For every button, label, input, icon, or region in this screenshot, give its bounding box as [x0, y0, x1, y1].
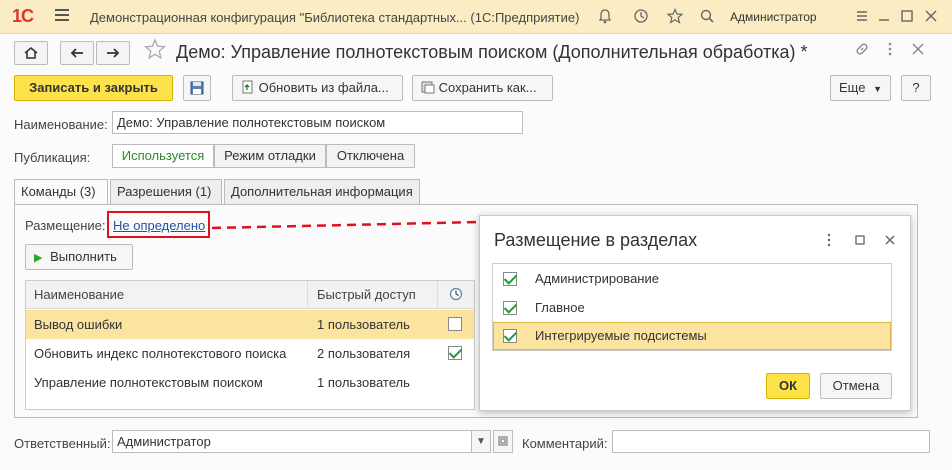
responsible-label: Ответственный:	[14, 436, 111, 451]
tab-permissions[interactable]: Разрешения (1)	[110, 179, 222, 204]
dialog-title: Размещение в разделах	[494, 230, 698, 250]
main-menu-icon[interactable]	[55, 9, 69, 23]
placement-dialog: Размещение в разделах Администрирование …	[479, 215, 911, 411]
home-button[interactable]	[14, 41, 48, 65]
column-header-clock[interactable]	[438, 281, 474, 309]
section-label: Главное	[535, 300, 585, 315]
more-label: Еще	[839, 80, 866, 95]
table-row[interactable]: Управление полнотекстовым поиском 1 поль…	[26, 368, 474, 397]
row-checkbox-checked[interactable]	[448, 346, 462, 360]
comment-label: Комментарий:	[522, 436, 608, 451]
dialog-maximize-icon[interactable]	[854, 234, 866, 249]
name-label: Наименование:	[14, 117, 108, 132]
row-access: 1 пользователь	[317, 317, 410, 332]
column-header-name[interactable]: Наименование	[26, 281, 308, 309]
bell-icon[interactable]	[596, 8, 614, 26]
run-button[interactable]: ▶ Выполнить	[25, 244, 133, 270]
dialog-more-icon[interactable]	[824, 233, 834, 250]
current-user[interactable]: Администратор	[730, 10, 817, 24]
tab-additional-info[interactable]: Дополнительная информация	[224, 179, 420, 204]
ok-button[interactable]: ОК	[766, 373, 810, 399]
row-name: Вывод ошибки	[34, 317, 123, 332]
clock-icon	[449, 287, 463, 301]
row-name: Управление полнотекстовым поиском	[34, 375, 263, 390]
name-field[interactable]: Демо: Управление полнотекстовым поиском	[112, 111, 523, 134]
app-title: Демонстрационная конфигурация "Библиотек…	[90, 10, 580, 25]
responsible-open-button[interactable]	[493, 430, 513, 453]
section-label: Администрирование	[535, 271, 659, 286]
list-item[interactable]: Главное	[493, 294, 891, 322]
row-access: 1 пользователь	[317, 375, 410, 390]
responsible-field[interactable]: Администратор	[112, 430, 472, 453]
back-button[interactable]	[60, 41, 94, 65]
list-item[interactable]: Администрирование	[493, 265, 891, 293]
forward-button[interactable]	[96, 41, 130, 65]
publication-option-disabled[interactable]: Отключена	[326, 144, 415, 168]
form-close-icon[interactable]	[910, 41, 926, 60]
search-icon[interactable]	[698, 8, 716, 26]
minimize-icon[interactable]	[875, 8, 893, 26]
tab-commands[interactable]: Команды (3)	[14, 179, 108, 205]
history-icon[interactable]	[632, 8, 650, 26]
sections-list: Администрирование Главное Интегрируемые …	[492, 263, 892, 351]
help-button[interactable]: ?	[901, 75, 931, 101]
run-button-label: Выполнить	[50, 249, 117, 264]
placement-label: Размещение:	[25, 218, 106, 233]
save-and-close-button[interactable]: Записать и закрыть	[14, 75, 173, 101]
favorites-star-icon[interactable]	[666, 8, 684, 26]
section-checkbox[interactable]	[503, 272, 517, 286]
comment-field[interactable]	[612, 430, 930, 453]
table-row[interactable]: Обновить индекс полнотекстового поиска 2…	[26, 339, 474, 368]
settings-icon[interactable]	[853, 8, 871, 26]
update-from-file-label: Обновить из файла...	[258, 80, 389, 95]
list-item[interactable]: Интегрируемые подсистемы	[493, 322, 891, 350]
commands-table: Наименование Быстрый доступ Вывод ошибки…	[25, 280, 475, 410]
maximize-icon[interactable]	[898, 8, 916, 26]
1c-logo: 1С	[12, 6, 34, 26]
form-title: Демо: Управление полнотекстовым поиском …	[176, 42, 808, 62]
more-menu-button[interactable]: Еще ▼	[830, 75, 891, 101]
chevron-down-icon: ▼	[873, 84, 882, 94]
save-as-button[interactable]: Сохранить как...	[412, 75, 553, 101]
row-access: 2 пользователя	[317, 346, 411, 361]
row-name: Обновить индекс полнотекстового поиска	[34, 346, 287, 361]
play-icon: ▶	[34, 252, 43, 264]
cancel-button[interactable]: Отмена	[820, 373, 892, 399]
publication-label: Публикация:	[14, 150, 91, 165]
responsible-dropdown-button[interactable]: ▼	[471, 430, 491, 453]
update-from-file-button[interactable]: Обновить из файла...	[232, 75, 403, 101]
row-checkbox[interactable]	[448, 317, 462, 331]
publication-option-debug[interactable]: Режим отладки	[214, 144, 326, 168]
placement-link[interactable]: Не определено	[113, 218, 205, 233]
column-header-quick-access[interactable]: Быстрый доступ	[308, 281, 438, 309]
section-label: Интегрируемые подсистемы	[535, 328, 707, 343]
more-vertical-icon[interactable]	[882, 41, 898, 60]
close-icon[interactable]	[922, 8, 940, 26]
link-icon[interactable]	[854, 41, 870, 60]
save-as-label: Сохранить как...	[438, 80, 537, 95]
favorite-star-icon[interactable]	[143, 38, 167, 66]
save-button[interactable]	[183, 75, 211, 101]
publication-option-used[interactable]: Используется	[112, 144, 214, 168]
section-checkbox[interactable]	[503, 329, 517, 343]
dashed-arrow	[211, 216, 494, 230]
table-row[interactable]: Вывод ошибки 1 пользователь	[26, 310, 474, 339]
dialog-close-icon[interactable]	[883, 233, 897, 250]
section-checkbox[interactable]	[503, 301, 517, 315]
